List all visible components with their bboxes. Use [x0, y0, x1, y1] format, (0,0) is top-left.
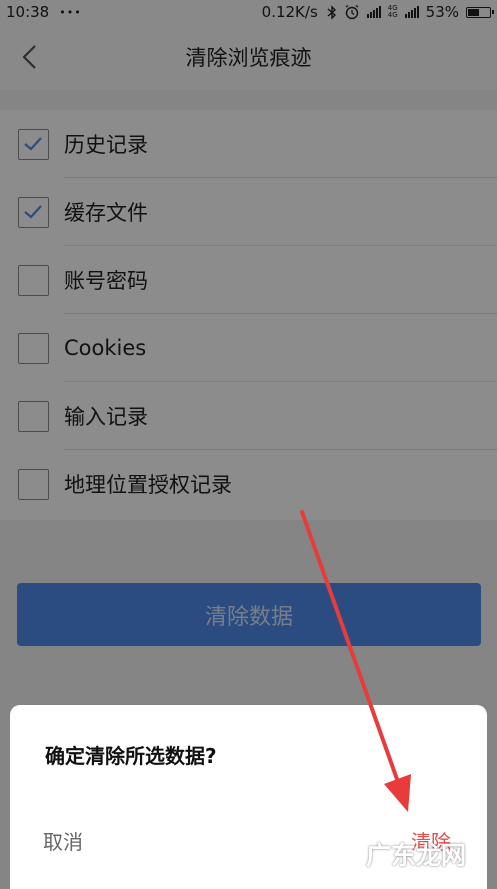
watermark: 广东龙网	[366, 841, 467, 870]
dialog-question: 确定清除所选数据?	[45, 744, 217, 768]
cancel-button[interactable]: 取消	[43, 826, 83, 855]
